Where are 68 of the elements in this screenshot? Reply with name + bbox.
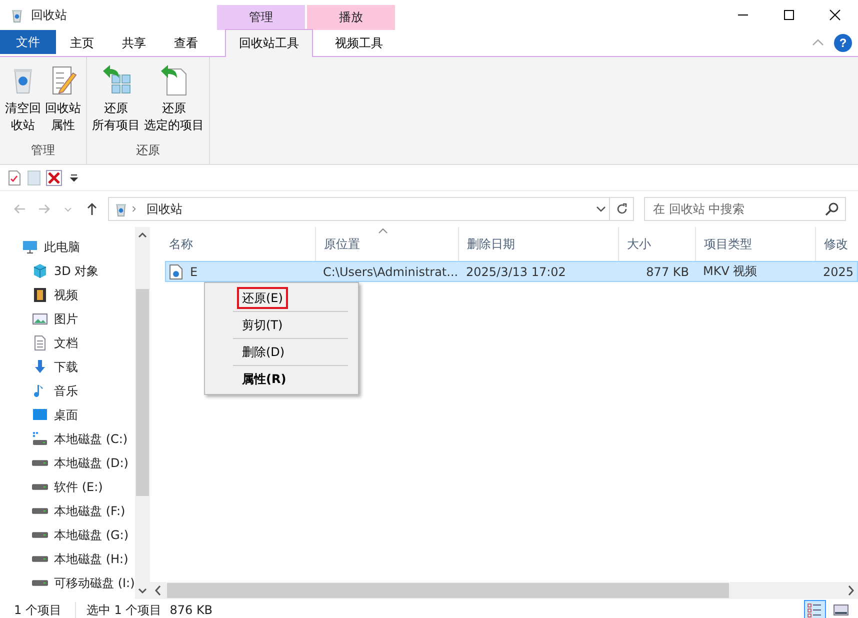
menu-item[interactable]: 删除(D) xyxy=(237,341,290,363)
tab-group-label: 播放 xyxy=(307,5,395,30)
help-button[interactable]: ? xyxy=(834,34,852,52)
down-arrow-icon xyxy=(32,359,48,375)
ribbon-tab[interactable]: 视频工具 xyxy=(315,29,403,56)
maximize-button[interactable] xyxy=(781,7,797,23)
picture-icon xyxy=(32,311,48,327)
nav-item[interactable]: 本地磁盘 (D:) xyxy=(0,451,135,475)
cube-icon xyxy=(32,263,48,279)
film-icon xyxy=(32,287,48,303)
file-row[interactable]: E C:\Users\Administrat... 2025/3/13 17:02 877 KB MKV 视频 2025 xyxy=(165,261,858,282)
ribbon-tab[interactable]: 主页 xyxy=(56,29,108,56)
tab-group-label: 管理 xyxy=(217,5,305,30)
table-cell-text: C:\Users\Administrat... xyxy=(322,264,460,278)
address-path: 回收站 xyxy=(146,200,182,218)
nav-item[interactable]: 此电脑 xyxy=(0,235,135,259)
ribbon-button[interactable]: 清空回 收站 xyxy=(4,63,42,138)
ribbon-tab[interactable]: 文件 xyxy=(0,30,56,54)
menu-item[interactable]: 属性(R) xyxy=(237,368,292,390)
document-icon xyxy=(32,335,48,351)
nav-item[interactable]: 可移动磁盘 (I:) xyxy=(0,571,135,595)
column-header[interactable]: 修改 xyxy=(816,227,856,261)
ribbon-button[interactable]: 还原 选定的项目 xyxy=(143,63,205,138)
nav-item[interactable]: 下载 xyxy=(0,355,135,379)
delete-icon[interactable] xyxy=(46,170,62,186)
ribbon-button[interactable]: 还原 所有项目 xyxy=(91,63,141,138)
status-size: 876 KB xyxy=(168,603,214,617)
table-cell-text: 2025 xyxy=(822,264,855,278)
checked-page-icon[interactable] xyxy=(6,170,22,186)
search-field[interactable]: 在 回收站 中搜索 xyxy=(644,197,846,221)
monitor-icon xyxy=(22,239,38,255)
ribbon-tab[interactable]: 查看 xyxy=(160,29,212,56)
nav-item[interactable]: 软件 (E:) xyxy=(0,475,135,499)
table-cell-text: E xyxy=(189,264,199,278)
status-item-count: 1 个项目 xyxy=(14,602,62,618)
search-icon[interactable] xyxy=(824,201,840,217)
ribbon-tab[interactable]: 回收站工具 xyxy=(225,29,313,57)
nav-item[interactable]: 本地磁盘 (C:) xyxy=(0,427,135,451)
group-label: 还原 xyxy=(135,142,161,159)
status-selection: 选中 1 个项目 xyxy=(75,602,162,618)
nav-item[interactable]: 文档 xyxy=(0,331,135,355)
table-cell-text: 877 KB xyxy=(645,264,690,278)
nav-item[interactable]: 本地磁盘 (G:) xyxy=(0,523,135,547)
table-cell-text: MKV 视频 xyxy=(702,263,758,280)
address-bar[interactable]: 回收站 xyxy=(108,197,610,221)
menu-item[interactable]: 还原(E) xyxy=(237,287,288,309)
close-button[interactable] xyxy=(827,7,843,23)
desktop-icon xyxy=(32,407,48,423)
ribbon-tab[interactable]: 共享 xyxy=(108,29,160,56)
nav-item[interactable]: 3D 对象 xyxy=(0,259,135,283)
video-file-icon xyxy=(168,264,184,280)
details-view-button[interactable] xyxy=(804,600,826,618)
table-cell-text: 2025/3/13 17:02 xyxy=(465,264,567,278)
recycle-bin-icon xyxy=(9,7,25,23)
group-label: 管理 xyxy=(30,142,56,159)
nav-item[interactable]: 视频 xyxy=(0,283,135,307)
nav-item[interactable]: 本地磁盘 (F:) xyxy=(0,499,135,523)
refresh-button[interactable] xyxy=(610,197,634,221)
horizontal-scrollbar[interactable] xyxy=(150,582,858,599)
nav-item[interactable]: 音乐 xyxy=(0,379,135,403)
drive-icon xyxy=(32,431,48,447)
window-title: 回收站 xyxy=(31,6,67,24)
vertical-scrollbar[interactable] xyxy=(135,227,150,599)
nav-item[interactable]: 图片 xyxy=(0,307,135,331)
ribbon-button[interactable]: 回收站 属性 xyxy=(44,63,82,138)
menu-item[interactable]: 剪切(T) xyxy=(237,314,288,336)
nav-item[interactable]: 桌面 xyxy=(0,403,135,427)
nav-item[interactable]: 本地磁盘 (H:) xyxy=(0,547,135,571)
